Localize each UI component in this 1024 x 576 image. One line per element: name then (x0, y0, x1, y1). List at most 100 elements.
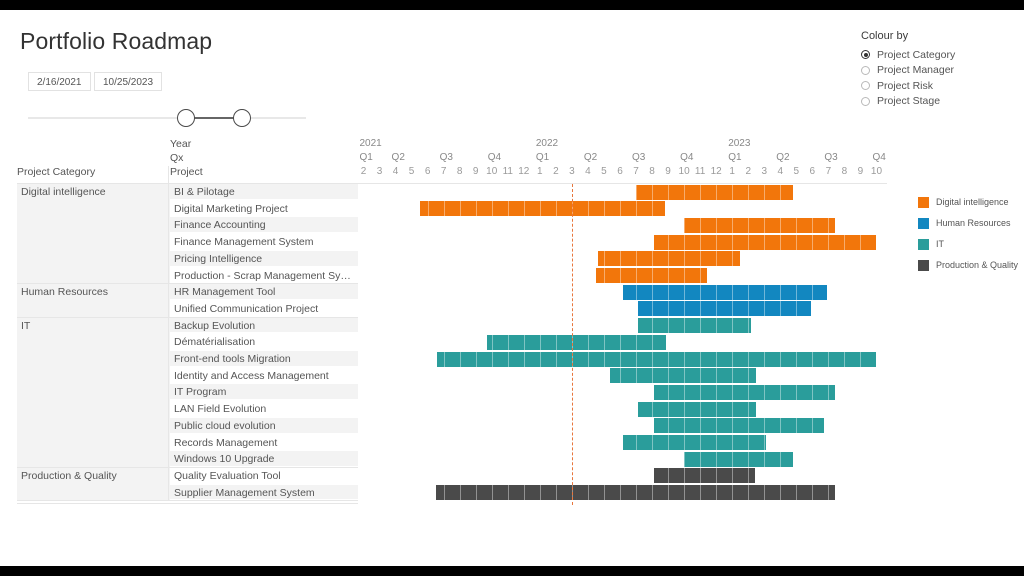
gantt-chart: Project Category Year Qx Project Digital… (17, 138, 887, 516)
axis-quarter-label: Q3 (824, 152, 838, 163)
colour-by-option-3[interactable]: Project Risk (861, 78, 1021, 94)
project-label[interactable]: Supplier Management System (174, 487, 357, 499)
project-label[interactable]: HR Management Tool (174, 286, 357, 298)
bar-month-tick (652, 201, 654, 217)
bar-month-tick (748, 435, 750, 450)
category-label[interactable]: IT (21, 320, 167, 332)
project-label[interactable]: Finance Management System (174, 236, 357, 248)
project-label[interactable]: Pricing Intelligence (174, 253, 357, 265)
axis-month-label: 12 (710, 166, 722, 177)
project-label[interactable]: Digital Marketing Project (174, 203, 357, 215)
project-label[interactable]: Production - Scrap Management Sy… (174, 270, 357, 282)
gantt-bar[interactable] (419, 201, 665, 217)
bar-month-tick (716, 418, 718, 434)
gantt-bar[interactable] (610, 368, 757, 384)
legend-swatch-icon (918, 238, 929, 250)
project-label[interactable]: Unified Communication Project (174, 303, 357, 315)
project-label[interactable]: IT Program (174, 386, 357, 398)
bar-month-tick (780, 451, 782, 467)
bar-month-tick (668, 384, 670, 400)
legend-item[interactable]: Human Resources (918, 215, 1024, 231)
bar-month-tick (700, 251, 702, 267)
project-label[interactable]: Front-end tools Migration (174, 353, 357, 365)
legend-item[interactable]: Digital intelligence (918, 194, 1024, 210)
bar-month-tick (796, 301, 798, 317)
gantt-bar[interactable] (684, 451, 794, 467)
bar-month-tick (764, 301, 766, 317)
bar-month-tick (491, 485, 493, 501)
legend-item[interactable]: Production & Quality (918, 257, 1024, 273)
legend-item-label: Production & Quality (936, 260, 1019, 270)
gantt-bar[interactable] (623, 284, 827, 300)
bar-month-tick (668, 234, 670, 250)
legend-item[interactable]: IT (918, 236, 1024, 252)
gantt-bar[interactable] (595, 268, 707, 283)
project-label[interactable]: LAN Field Evolution (174, 403, 357, 415)
axis-month-label: 2 (360, 166, 367, 177)
axis-month-label: 7 (825, 166, 832, 177)
category-label[interactable]: Digital intelligence (21, 186, 167, 198)
slider-handle-left[interactable] (177, 109, 195, 127)
axis-month-label: 3 (761, 166, 768, 177)
axis-month-label: 8 (841, 166, 848, 177)
project-label[interactable]: Finance Accounting (174, 219, 357, 231)
radio-selected-icon[interactable] (861, 50, 870, 60)
project-label[interactable]: Dématérialisation (174, 336, 357, 348)
gantt-bar[interactable] (435, 485, 835, 501)
colour-by-option-1[interactable]: Project Category (861, 47, 1021, 63)
gantt-bar[interactable] (623, 435, 766, 450)
gantt-bar[interactable] (486, 334, 667, 350)
category-label[interactable]: Production & Quality (21, 470, 167, 482)
bar-month-tick (764, 485, 766, 501)
axis-month-label: 12 (518, 166, 530, 177)
bar-month-tick (812, 418, 814, 434)
gantt-bar[interactable] (636, 184, 794, 200)
colour-by-option-4[interactable]: Project Stage (861, 94, 1021, 110)
bar-month-tick (732, 468, 734, 484)
bar-month-tick (684, 435, 686, 450)
bar-month-tick (860, 234, 862, 250)
radio-unselected-icon[interactable] (861, 96, 870, 106)
gantt-bar[interactable] (637, 301, 811, 317)
bar-month-tick (603, 251, 605, 267)
gantt-bar[interactable] (684, 217, 835, 233)
project-label[interactable]: Windows 10 Upgrade (174, 453, 357, 465)
radio-unselected-icon[interactable] (861, 65, 870, 75)
project-label[interactable]: Identity and Access Management (174, 370, 357, 382)
gantt-bar[interactable] (597, 251, 741, 267)
gantt-bar[interactable] (653, 234, 877, 250)
category-band (17, 317, 170, 467)
project-label[interactable]: Backup Evolution (174, 320, 357, 332)
project-label[interactable]: Records Management (174, 437, 357, 449)
colour-by-option-2[interactable]: Project Manager (861, 63, 1021, 79)
gantt-bar[interactable] (637, 401, 757, 417)
gantt-bar[interactable] (637, 318, 752, 334)
radio-unselected-icon[interactable] (861, 81, 870, 91)
gantt-bar[interactable] (437, 351, 877, 367)
category-label[interactable]: Human Resources (21, 286, 167, 298)
bar-month-tick (684, 384, 686, 400)
bar-month-tick (684, 485, 686, 501)
date-range-slicer[interactable]: 2/16/2021 10/25/2023 (24, 72, 309, 127)
project-label[interactable]: Quality Evaluation Tool (174, 470, 357, 482)
slider-handle-right[interactable] (233, 109, 251, 127)
gantt-bar[interactable] (653, 418, 824, 434)
gantt-bar[interactable] (653, 468, 755, 484)
date-to-field[interactable]: 10/25/2023 (94, 72, 163, 91)
gantt-bar[interactable] (653, 384, 835, 400)
project-label[interactable]: BI & Pilotage (174, 186, 357, 198)
slider-track[interactable] (28, 117, 306, 119)
category-legend: Digital intelligence Human Resources IT Pro… (918, 194, 1024, 278)
bar-month-tick (716, 368, 718, 384)
category-band (17, 184, 170, 284)
bar-month-tick (732, 451, 734, 467)
table-bottom-divider (17, 500, 358, 502)
bar-month-tick (764, 451, 766, 467)
date-from-field[interactable]: 2/16/2021 (28, 72, 91, 91)
project-label[interactable]: Public cloud evolution (174, 420, 357, 432)
legend-item-label: IT (936, 239, 944, 249)
column-header-qx: Qx (170, 152, 184, 164)
bar-month-tick (652, 301, 654, 317)
bar-month-tick (635, 201, 637, 217)
axis-month-label: 7 (633, 166, 639, 177)
